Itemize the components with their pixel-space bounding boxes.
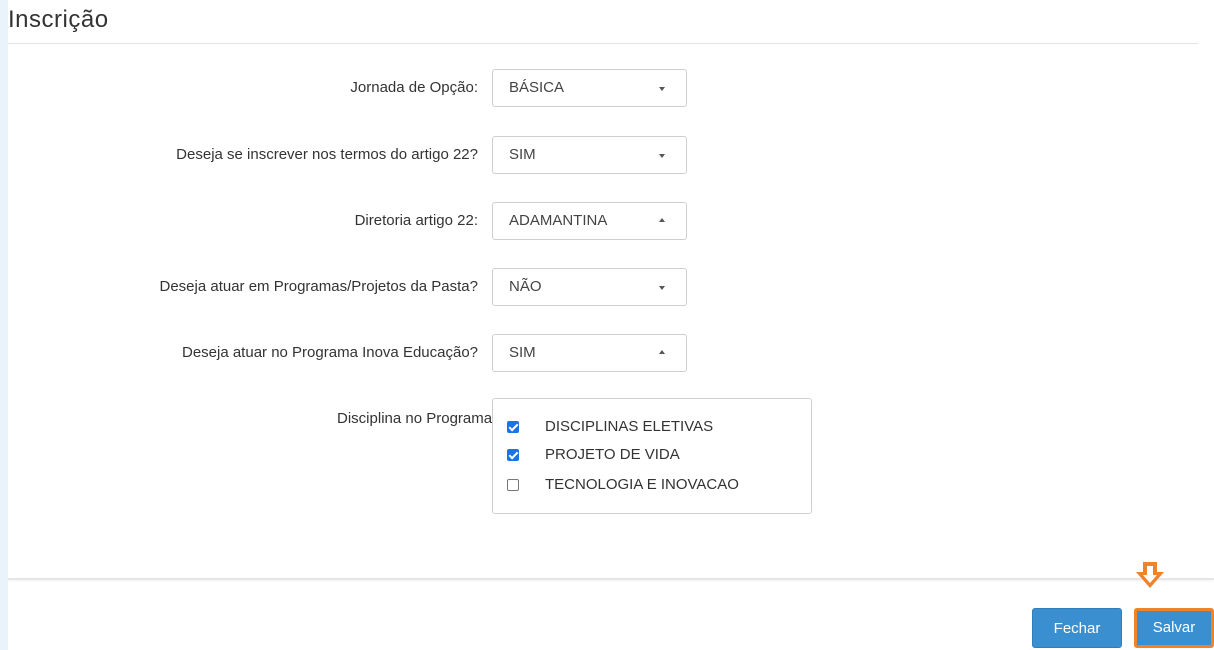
form-row-diretoria: Diretoria artigo 22: ADAMANTINA [8, 202, 698, 242]
checklist-item-label: TECNOLOGIA E INOVACAO [545, 476, 739, 493]
form-row-disciplina: Disciplina no Programa Inova Educação: D… [8, 396, 828, 516]
footer-divider [8, 578, 1214, 580]
programas-select-value: NÃO [509, 278, 542, 295]
close-button[interactable]: Fechar [1032, 608, 1122, 648]
caret-down-icon [659, 286, 665, 290]
section-title: Inscrição [8, 6, 109, 33]
programas-select[interactable]: NÃO [492, 268, 687, 306]
programas-label: Deseja atuar em Programas/Projetos da Pa… [159, 278, 479, 295]
caret-up-icon [659, 350, 665, 354]
jornada-select-value: BÁSICA [509, 79, 565, 96]
checkbox-unchecked[interactable] [507, 479, 519, 491]
inova-select-value: SIM [509, 344, 536, 361]
diretoria-select[interactable]: ADAMANTINA [492, 202, 687, 240]
jornada-label: Jornada de Opção: [350, 79, 478, 96]
checklist-item-label: DISCIPLINAS ELETIVAS [545, 418, 714, 435]
save-button[interactable]: Salvar [1134, 608, 1214, 648]
caret-up-icon [659, 218, 665, 222]
artigo22-select-value: SIM [509, 146, 536, 163]
checklist-item-label: PROJETO DE VIDA [545, 446, 680, 463]
checkbox-checked[interactable] [507, 421, 519, 433]
arrow-down-icon [1136, 562, 1164, 588]
title-divider [8, 43, 1198, 44]
checklist-item-tecnologia-e-inovacao[interactable]: TECNOLOGIA E INOVACAO [507, 474, 807, 496]
checkbox-checked[interactable] [507, 449, 519, 461]
caret-down-icon [659, 87, 665, 91]
checklist-item-projeto-de-vida[interactable]: PROJETO DE VIDA [507, 444, 807, 466]
inova-select[interactable]: SIM [492, 334, 687, 372]
diretoria-select-value: ADAMANTINA [509, 212, 608, 229]
form-row-artigo22: Deseja se inscrever nos termos do artigo… [8, 136, 698, 176]
inova-label: Deseja atuar no Programa Inova Educação? [181, 344, 478, 361]
form-row-inova: Deseja atuar no Programa Inova Educação?… [8, 334, 698, 374]
form-row-programas: Deseja atuar em Programas/Projetos da Pa… [8, 268, 698, 308]
artigo22-select[interactable]: SIM [492, 136, 687, 174]
checklist-item-disciplinas-eletivas[interactable]: DISCIPLINAS ELETIVAS [507, 416, 807, 438]
inscricao-panel: Inscrição Jornada de Opção: BÁSICA Desej… [8, 0, 1214, 650]
disciplina-checklist: DISCIPLINAS ELETIVAS PROJETO DE VIDA TEC… [492, 398, 812, 514]
artigo22-label: Deseja se inscrever nos termos do artigo… [176, 146, 478, 163]
caret-down-icon [659, 154, 665, 158]
diretoria-label: Diretoria artigo 22: [354, 212, 478, 229]
jornada-select[interactable]: BÁSICA [492, 69, 687, 107]
form-row-jornada: Jornada de Opção: BÁSICA [8, 69, 698, 109]
